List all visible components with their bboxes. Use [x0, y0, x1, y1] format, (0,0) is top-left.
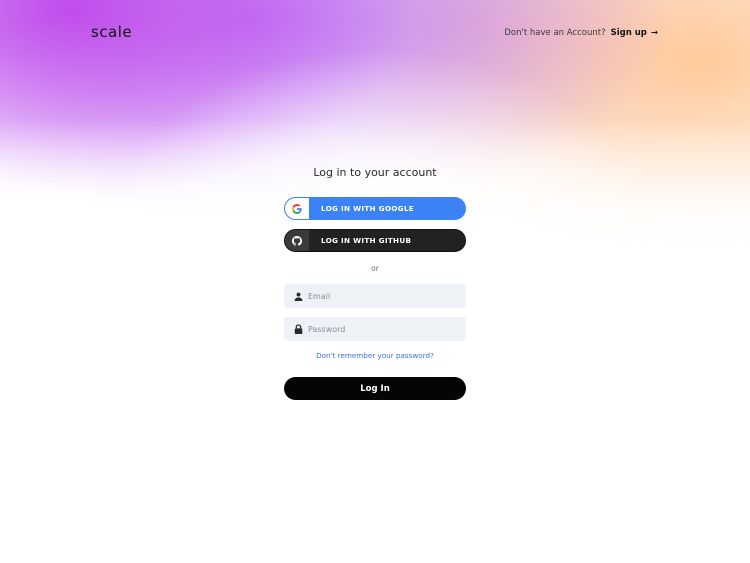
lock-icon: [293, 324, 303, 334]
user-icon: [293, 292, 303, 301]
forgot-password-link[interactable]: Don't remember your password?: [0, 351, 750, 360]
google-login-label: LOG IN WITH GOOGLE: [321, 204, 414, 213]
page-title: Log in to your account: [313, 166, 437, 179]
github-login-label: LOG IN WITH GITHUB: [321, 236, 412, 245]
or-separator: or: [371, 264, 379, 273]
email-input[interactable]: [308, 291, 458, 301]
login-button[interactable]: Log In: [284, 377, 466, 400]
github-login-button[interactable]: LOG IN WITH GITHUB: [284, 229, 466, 252]
google-login-button[interactable]: LOG IN WITH GOOGLE: [284, 197, 466, 220]
password-field[interactable]: [284, 317, 466, 341]
signup-link-label: Sign up: [610, 28, 647, 38]
google-icon: [285, 198, 309, 219]
arrow-right-icon: →: [650, 28, 658, 38]
scale-logo[interactable]: scale: [91, 23, 132, 41]
password-input[interactable]: [308, 324, 458, 334]
signup-prompt-text: Don't have an Account?: [504, 28, 606, 38]
github-icon: [285, 230, 309, 251]
signup-link[interactable]: Sign up →: [611, 28, 658, 38]
signup-prompt: Don't have an Account? Sign up →: [504, 28, 658, 38]
email-field[interactable]: [284, 284, 466, 308]
